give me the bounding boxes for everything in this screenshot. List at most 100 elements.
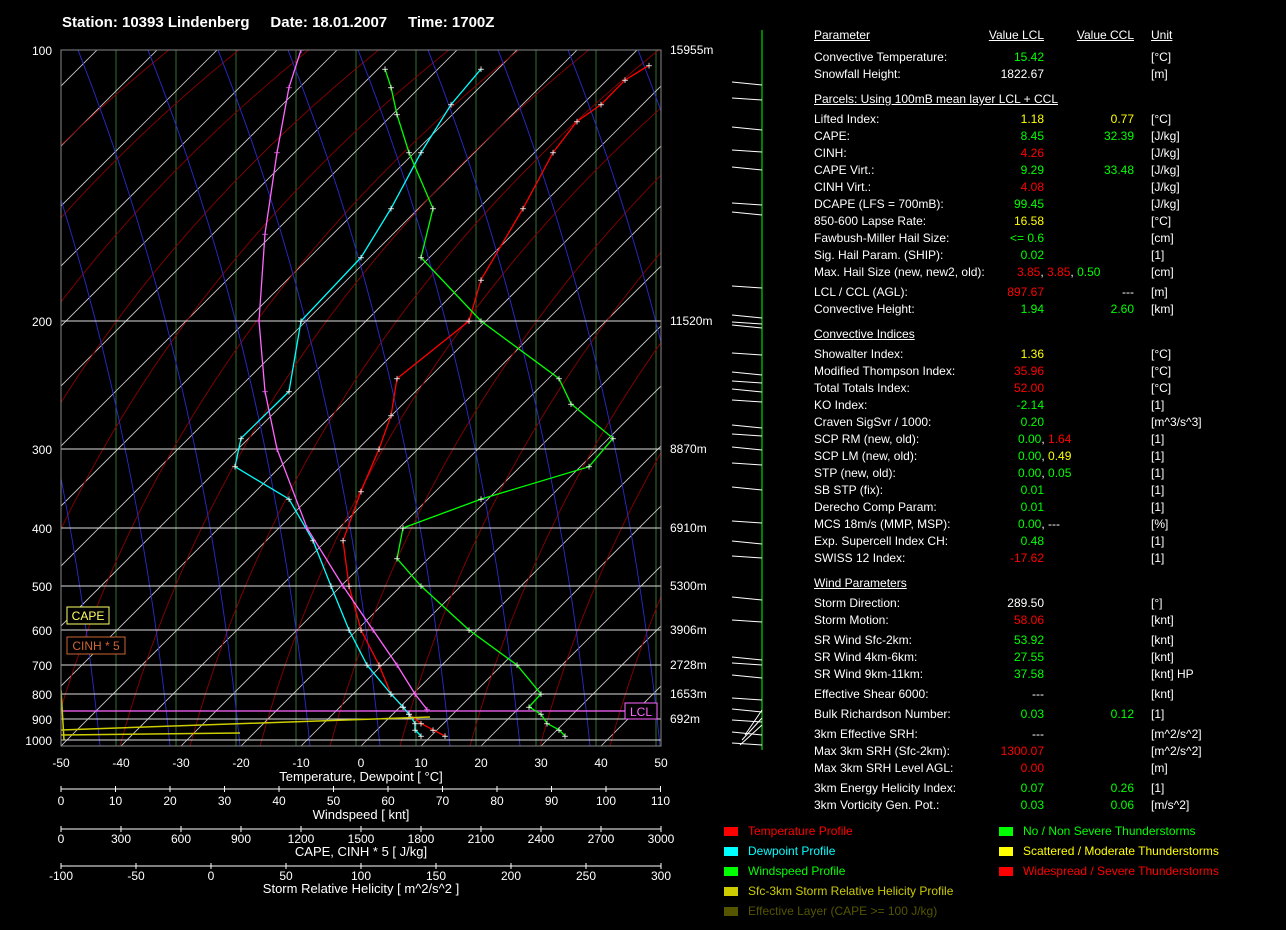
legend-label: Sfc-3km Storm Relative Helicity Profile xyxy=(748,884,954,898)
param-value-lcl: 4.08 xyxy=(1020,180,1044,194)
param-name: CAPE: xyxy=(814,129,851,143)
windspeed-tick-label: 0 xyxy=(58,794,65,808)
param-name: CINH: xyxy=(814,146,847,160)
param-unit: [1] xyxy=(1151,398,1165,412)
height-label: 11520m xyxy=(670,314,712,328)
param-value-lcl: -2.14 xyxy=(1016,398,1044,412)
param-unit: [J/kg] xyxy=(1151,197,1180,211)
cape-tick-label: 900 xyxy=(231,832,251,846)
param-value-lcl: 0.03 xyxy=(1020,707,1044,721)
isotherm-line xyxy=(120,205,661,746)
data-point: + xyxy=(273,445,281,455)
data-point: + xyxy=(237,434,245,444)
param-name: SR Wind Sfc-2km: xyxy=(814,633,913,647)
param-value-lcl: 897.67 xyxy=(1007,285,1044,299)
table-header-parameter: Parameter xyxy=(814,28,871,42)
windspeed-tick-label: 40 xyxy=(272,794,286,808)
wind-barb xyxy=(731,433,763,437)
pressure-tick-label: 1000 xyxy=(25,734,52,748)
wind-barb-group xyxy=(739,709,763,746)
cape-tick-label: 2400 xyxy=(528,832,555,846)
param-name: Max 3km SRH Level AGL: xyxy=(814,761,954,775)
wind-barb xyxy=(731,371,763,376)
pressure-tick-label: 700 xyxy=(32,659,52,673)
data-point: + xyxy=(345,626,353,636)
data-point: + xyxy=(375,661,383,671)
wind-barb xyxy=(731,674,763,679)
param-name: Storm Motion: xyxy=(814,613,889,627)
box-label: CINH * 5 xyxy=(72,639,120,653)
param-unit: [knt] xyxy=(1151,613,1174,627)
data-point: + xyxy=(465,317,473,327)
temperature-tick-label: 10 xyxy=(414,756,428,770)
param-name: Max. Hail Size (new, new2, old): xyxy=(814,265,985,279)
wind-barb xyxy=(731,321,763,325)
data-point: + xyxy=(375,445,383,455)
temperature-tick-label: 0 xyxy=(358,756,365,770)
data-point: + xyxy=(519,205,527,215)
param-unit: [1] xyxy=(1151,551,1165,565)
param-value-ccl: 32.39 xyxy=(1103,129,1134,143)
param-unit: [J/kg] xyxy=(1151,180,1180,194)
data-point: + xyxy=(327,582,335,592)
legend-swatch xyxy=(724,867,738,876)
param-unit: [1] xyxy=(1151,432,1165,446)
wind-barb xyxy=(731,446,763,451)
windspeed-tick-label: 100 xyxy=(596,794,616,808)
data-point: + xyxy=(231,463,239,473)
data-point: + xyxy=(363,661,371,671)
param-name: Derecho Comp Param: xyxy=(814,500,937,514)
pressure-tick-label: 600 xyxy=(32,624,52,638)
param-value-lcl: --- xyxy=(1032,687,1044,701)
isotherm-line xyxy=(61,50,278,267)
param-value-part: 0.00 xyxy=(1018,432,1042,446)
windspeed-tick-label: 60 xyxy=(381,794,395,808)
param-value-part: 1.64 xyxy=(1048,432,1072,446)
temperature-tick-label: 40 xyxy=(594,756,608,770)
param-name: CINH Virt.: xyxy=(814,180,872,194)
wind-barb xyxy=(731,202,763,206)
x-axis-label: Temperature, Dewpoint [ °C] xyxy=(279,769,442,784)
wind-barb xyxy=(731,314,763,319)
param-value-lcl: 4.26 xyxy=(1020,146,1044,160)
param-name: 3km Energy Helicity Index: xyxy=(814,781,957,795)
param-value-lcl: 0.48 xyxy=(1020,534,1044,548)
data-point: + xyxy=(525,703,533,713)
param-name: 3km Effective SRH: xyxy=(814,727,918,741)
param-value-lcl: 0.01 xyxy=(1020,483,1044,497)
data-point: + xyxy=(357,253,365,263)
srh-tick-label: 0 xyxy=(208,869,215,883)
data-point: + xyxy=(297,46,305,56)
dry-adiabat xyxy=(329,174,661,746)
param-name: SCP RM (new, old): xyxy=(814,432,920,446)
pressure-tick-label: 200 xyxy=(32,315,52,329)
param-unit: [knt] xyxy=(1151,687,1174,701)
wind-barb xyxy=(731,742,763,746)
param-value-lcl: 35.96 xyxy=(1013,364,1044,378)
param-value-lcl: 27.55 xyxy=(1013,650,1044,664)
srh-tick-label: -50 xyxy=(127,869,145,883)
temperature-tick-label: 30 xyxy=(534,756,548,770)
height-label: 692m xyxy=(670,712,700,726)
pressure-tick-label: 500 xyxy=(32,580,52,594)
wind-barb xyxy=(731,462,763,466)
data-point: + xyxy=(465,626,473,636)
param-unit: [1] xyxy=(1151,781,1165,795)
data-point: + xyxy=(273,149,281,159)
param-unit: [knt] xyxy=(1151,650,1174,664)
param-name: Convective Height: xyxy=(814,302,915,316)
data-point: + xyxy=(573,117,581,127)
data-point: + xyxy=(477,317,485,327)
data-point: + xyxy=(339,582,347,592)
param-name: SB STP (fix): xyxy=(814,483,884,497)
data-point: + xyxy=(543,719,551,729)
table-header-ccl: Value CCL xyxy=(1076,28,1134,42)
param-name: Showalter Index: xyxy=(814,347,904,361)
param-value-lcl: --- xyxy=(1032,727,1044,741)
windspeed-tick-label: 20 xyxy=(163,794,177,808)
param-name: MCS 18m/s (MMP, MSP): xyxy=(814,517,951,531)
data-point: + xyxy=(429,726,437,736)
pressure-tick-label: 300 xyxy=(32,443,52,457)
param-name: Exp. Supercell Index CH: xyxy=(814,534,949,548)
temperature-tick-label: -50 xyxy=(52,756,70,770)
